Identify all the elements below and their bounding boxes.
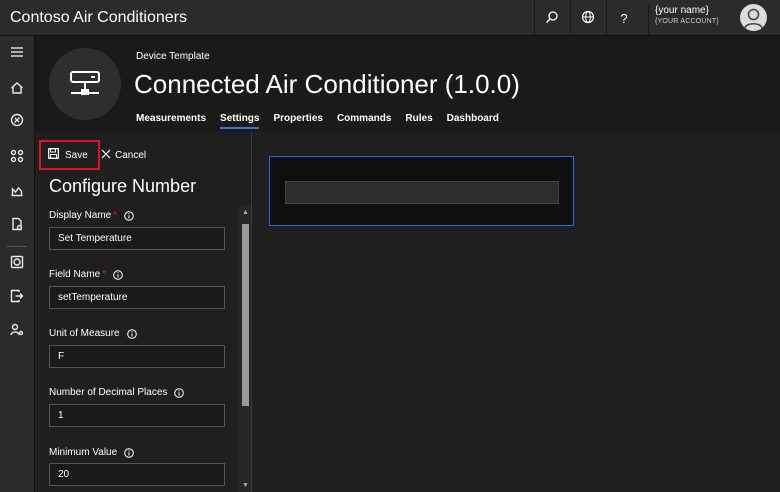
device-templates-icon[interactable] [9,254,25,270]
panel-scrollbar[interactable]: ▲ ▼ [239,206,251,492]
preview-area [253,132,780,492]
setting-preview-input[interactable] [285,181,559,204]
field-label-text: Unit of Measure [49,328,120,339]
save-icon [48,146,59,164]
template-tabs: Measurements Settings Properties Command… [136,113,499,129]
help-icon: ? [620,10,628,26]
configure-panel: Save Cancel Configure Number Display Nam… [35,132,252,492]
panel-title: Configure Number [49,176,197,196]
device-template-header: Device Template Connected Air Conditione… [35,36,780,132]
scroll-up-icon[interactable]: ▲ [242,209,249,217]
field-label-text: Minimum Value [49,447,118,458]
info-icon[interactable] [174,387,185,398]
tab-rules[interactable]: Rules [405,113,432,129]
avatar-icon [743,8,764,30]
tab-properties[interactable]: Properties [273,113,322,129]
user-name: {your name} [655,5,709,16]
field-label-text: Display Name [49,210,112,221]
display-name-label: Display Name * [49,210,134,221]
save-button[interactable]: Save [39,140,100,170]
required-marker: * [102,269,107,280]
required-marker: * [113,210,118,221]
field-label-text: Number of Decimal Places [49,387,168,398]
jobs-icon[interactable] [9,216,25,232]
cancel-button[interactable]: Cancel [101,146,146,164]
field-name-label: Field Name * [49,269,123,280]
language-button[interactable] [570,0,605,36]
analytics-icon[interactable] [9,182,25,198]
help-button[interactable]: ? [606,0,641,36]
top-bar: Contoso Air Conditioners ? {your name} {… [0,0,780,36]
nav-divider [7,246,27,247]
info-icon[interactable] [126,328,137,339]
device-groups-icon[interactable] [9,148,25,164]
unit-of-measure-label: Unit of Measure [49,328,137,339]
data-export-icon[interactable] [9,288,25,304]
hamburger-menu-icon[interactable] [9,44,25,60]
device-icon[interactable] [9,112,25,128]
display-name-field[interactable] [49,227,225,250]
avatar[interactable] [740,4,767,31]
breadcrumb: Device Template [136,51,210,62]
scroll-thumb[interactable] [242,224,249,406]
search-button[interactable] [534,0,569,36]
tab-dashboard[interactable]: Dashboard [447,113,499,129]
info-icon[interactable] [113,269,123,280]
search-icon [545,10,559,27]
decimal-places-label: Number of Decimal Places [49,387,185,398]
left-navigation [0,36,35,492]
unit-of-measure-field[interactable] [49,345,225,368]
user-account-menu[interactable]: {your name} {YOUR ACCOUNT} [648,5,719,36]
tab-measurements[interactable]: Measurements [136,113,206,129]
tab-settings[interactable]: Settings [220,113,260,129]
minimum-value-field[interactable] [49,463,225,486]
save-label: Save [65,149,88,161]
decimal-places-field[interactable] [49,404,225,427]
field-name-field[interactable] [49,286,225,309]
user-account: {YOUR ACCOUNT} [655,18,719,25]
administration-icon[interactable] [9,322,25,338]
scroll-down-icon[interactable]: ▼ [242,482,249,490]
minimum-value-label: Minimum Value [49,447,134,458]
field-label-text: Field Name [49,269,101,280]
app-title: Contoso Air Conditioners [10,9,187,26]
close-icon [101,146,111,164]
device-template-icon [49,48,121,120]
info-icon[interactable] [124,210,134,221]
page-title: Connected Air Conditioner (1.0.0) [134,69,520,99]
home-icon[interactable] [9,80,25,96]
cancel-label: Cancel [115,149,147,161]
info-icon[interactable] [124,447,134,458]
setting-preview-card[interactable] [269,156,574,226]
globe-icon [581,10,595,27]
tab-commands[interactable]: Commands [337,113,391,129]
